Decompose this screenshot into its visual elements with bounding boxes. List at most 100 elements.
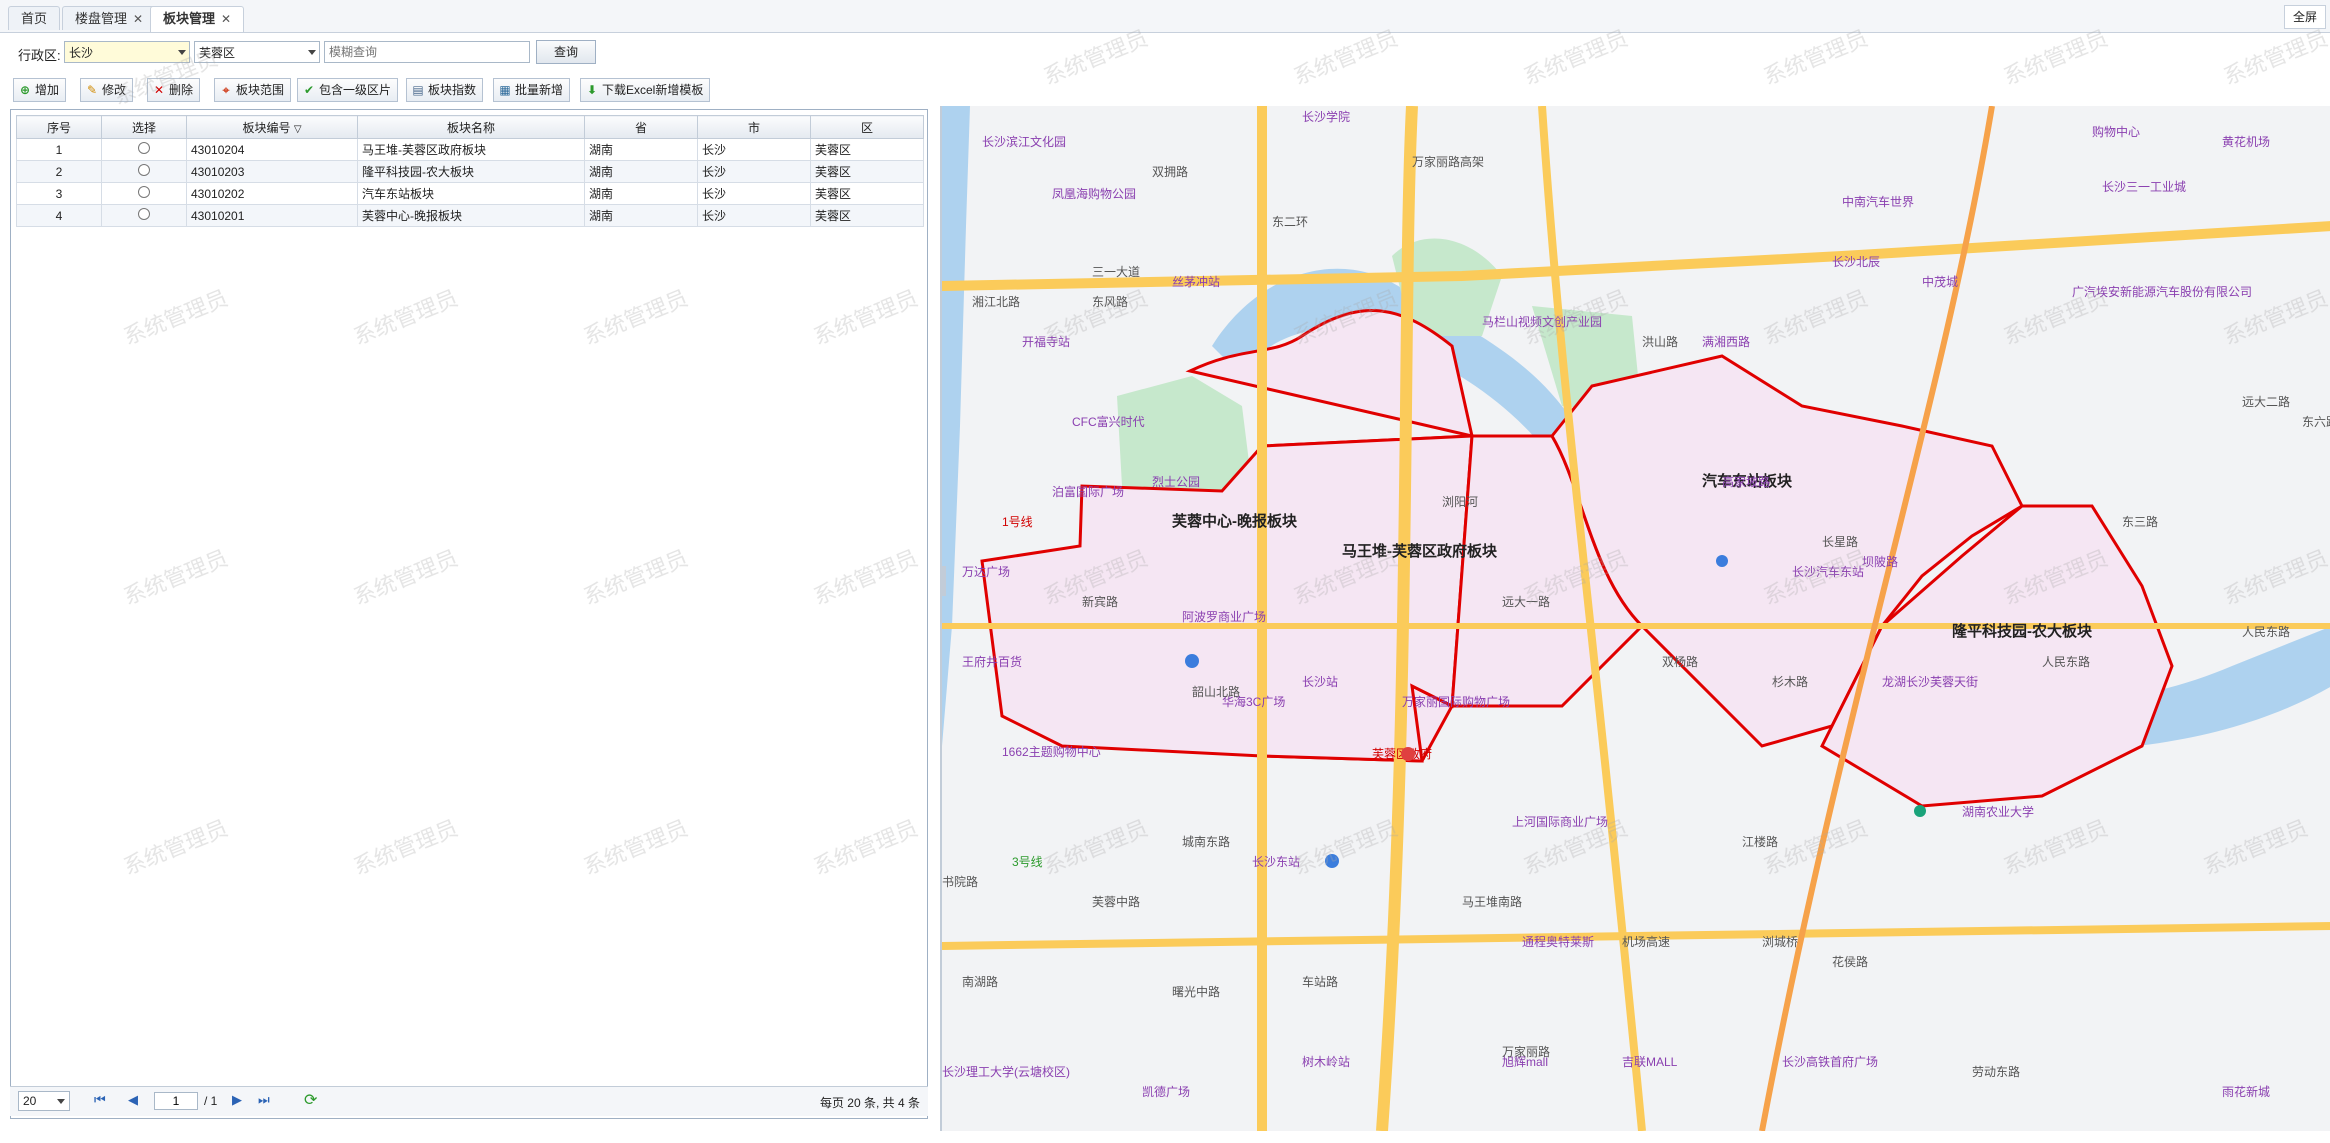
search-input[interactable]	[324, 41, 530, 63]
map-canvas[interactable]: 芙蓉中心-晚报板块 马王堆-芙蓉区政府板块 汽车东站板块 隆平科技园-农大板块 …	[942, 106, 2330, 1131]
total-pages: / 1	[204, 1094, 218, 1108]
bus-station-icon[interactable]	[1716, 555, 1728, 567]
edit-button[interactable]: ✎ 修改	[80, 78, 134, 102]
poi-label: 泊富国际广场	[1052, 484, 1124, 499]
government-marker-icon[interactable]	[1401, 747, 1415, 761]
train-station-icon[interactable]	[1185, 654, 1199, 668]
road-label: 万家丽路	[1502, 1044, 1550, 1059]
first-page-icon[interactable]: ⏮	[94, 1092, 106, 1108]
block-index-button[interactable]: ▤ 板块指数	[406, 78, 484, 102]
include-primary-area-button[interactable]: ✔ 包含一级区片	[297, 78, 399, 102]
tab-property-management[interactable]: 楼盘管理 ✕	[62, 6, 157, 30]
row-radio[interactable]	[138, 186, 150, 198]
column-header-code[interactable]: 板块编号 ▽	[186, 115, 358, 139]
district-select[interactable]: 芙蓉区	[194, 41, 320, 63]
poi-label: 3号线	[1012, 855, 1043, 869]
poi-label: 开福寺站	[1022, 334, 1070, 349]
batch-add-label: 批量新增	[515, 83, 564, 97]
column-header-city[interactable]: 市	[697, 115, 811, 139]
cell-name: 汽车东站板块	[357, 182, 585, 205]
page-size-select[interactable]: 20	[18, 1091, 70, 1111]
road-label: 江楼路	[1742, 834, 1778, 849]
delete-label: 删除	[169, 83, 194, 97]
batch-add-button[interactable]: ▦ 批量新增	[493, 78, 571, 102]
cell-no: 4	[16, 204, 102, 227]
city-value: 长沙	[69, 46, 94, 60]
column-header-province[interactable]: 省	[584, 115, 698, 139]
poi-label: 长沙三一工业城	[2102, 180, 2186, 194]
close-icon[interactable]: ✕	[133, 12, 143, 26]
poi-label: 马栏山视频文创产业园	[1482, 314, 1602, 329]
cell-code: 43010201	[186, 204, 358, 227]
row-radio[interactable]	[138, 164, 150, 176]
map-view[interactable]: 芙蓉中心-晚报板块 马王堆-芙蓉区政府板块 汽车东站板块 隆平科技园-农大板块 …	[940, 106, 2330, 1131]
road-label: 韶山北路	[1192, 684, 1240, 699]
edit-label: 修改	[102, 83, 127, 97]
cell-code: 43010204	[186, 138, 358, 161]
close-icon[interactable]: ✕	[221, 12, 231, 26]
road-label: 城南东路	[1182, 834, 1230, 849]
cell-province: 湖南	[584, 204, 698, 227]
column-header-name[interactable]: 板块名称	[357, 115, 585, 139]
row-radio[interactable]	[138, 142, 150, 154]
cell-select	[101, 204, 187, 227]
block-index-label: 板块指数	[428, 83, 477, 97]
poi-label: 黄花机场	[2222, 134, 2270, 149]
table-row[interactable]: 2 43010203 隆平科技园-农大板块 湖南 长沙 芙蓉区	[16, 160, 924, 183]
poi-label: 凯德广场	[1142, 1084, 1190, 1099]
road-label: 芙蓉中路	[1092, 894, 1140, 909]
poi-label: 高家坡路	[1722, 474, 1770, 489]
download-template-label: 下载Excel新增模板	[602, 83, 704, 97]
column-header-no[interactable]: 序号	[16, 115, 102, 139]
road-label: 东二环	[1272, 215, 1308, 229]
page-number-input[interactable]	[154, 1092, 198, 1110]
poi-label: 长沙北辰	[1832, 255, 1880, 269]
train-station-icon[interactable]	[1325, 854, 1339, 868]
road-label: 双拥路	[1152, 164, 1188, 179]
prev-page-icon[interactable]: ◀	[128, 1092, 138, 1108]
cell-select	[101, 138, 187, 161]
row-radio[interactable]	[138, 208, 150, 220]
poi-label: 吉联MALL	[1622, 1055, 1678, 1069]
poi-label: 中茂城	[1922, 274, 1958, 289]
query-button[interactable]: 查询	[536, 40, 596, 64]
refresh-icon[interactable]: ⟳	[304, 1090, 317, 1110]
tab-home[interactable]: 首页	[8, 6, 61, 30]
block-grid-panel: 序号 选择 板块编号 ▽ 板块名称 省 市 区 1 43010204 马王堆-芙…	[10, 109, 928, 1119]
poi-label: 坝陂路	[1862, 554, 1898, 569]
poi-label: 通程奥特莱斯	[1522, 934, 1594, 949]
table-row[interactable]: 3 43010202 汽车东站板块 湖南 长沙 芙蓉区	[16, 182, 924, 205]
tab-block-management[interactable]: 板块管理 ✕	[150, 6, 245, 32]
splitter-handle[interactable]	[942, 566, 946, 596]
column-header-district[interactable]: 区	[810, 115, 924, 139]
table-row[interactable]: 4 43010201 芙蓉中心-晚报板块 湖南 长沙 芙蓉区	[16, 204, 924, 227]
poi-label: 龙湖长沙芙蓉天街	[1882, 674, 1978, 689]
road-label: 机场高速	[1622, 934, 1670, 949]
batch-icon: ▦	[499, 83, 511, 97]
cell-no: 3	[16, 182, 102, 205]
block-range-button[interactable]: ⌖ 板块范围	[214, 78, 292, 102]
table-row[interactable]: 1 43010204 马王堆-芙蓉区政府板块 湖南 长沙 芙蓉区	[16, 138, 924, 161]
city-select[interactable]: 长沙	[64, 41, 190, 63]
poi-label: 长沙高铁首府广场	[1782, 1054, 1878, 1069]
cell-district: 芙蓉区	[810, 204, 924, 227]
road-label: 万家丽路高架	[1412, 154, 1484, 169]
poi-label: 雨花新城	[2222, 1084, 2270, 1099]
column-header-select[interactable]: 选择	[101, 115, 187, 139]
fullscreen-button[interactable]: 全屏	[2283, 5, 2326, 29]
poi-label: 广汽埃安新能源汽车股份有限公司	[2072, 284, 2252, 299]
cell-select	[101, 182, 187, 205]
road-label: 人民东路	[2042, 654, 2090, 669]
add-button[interactable]: ⊕ 增加	[13, 78, 67, 102]
road-label: 远大一路	[1502, 594, 1550, 609]
next-page-icon[interactable]: ▶	[232, 1092, 242, 1108]
tab-label: 楼盘管理	[75, 11, 128, 26]
download-template-button[interactable]: ⬇ 下载Excel新增模板	[580, 78, 711, 102]
delete-button[interactable]: ✕ 删除	[147, 78, 201, 102]
last-page-icon[interactable]: ⏭	[258, 1092, 270, 1108]
road-label: 新宾路	[1082, 594, 1118, 609]
road-label: 劳动东路	[1972, 1064, 2020, 1079]
university-icon[interactable]	[1914, 805, 1926, 817]
poi-label: 王府井百货	[962, 654, 1022, 669]
block-range-label: 板块范围	[236, 83, 285, 97]
